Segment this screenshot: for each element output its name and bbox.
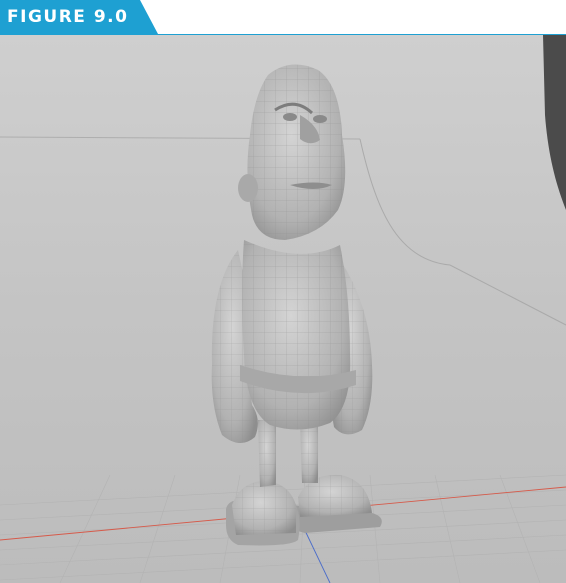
eye-left [283,113,297,121]
3d-viewport[interactable] [0,35,566,583]
eye-right [313,115,327,123]
figure-tab: FIGURE 9.0 [0,0,158,34]
viewport-scene [0,35,566,583]
ear [238,174,258,202]
figure-label: FIGURE 9.0 [7,7,129,27]
